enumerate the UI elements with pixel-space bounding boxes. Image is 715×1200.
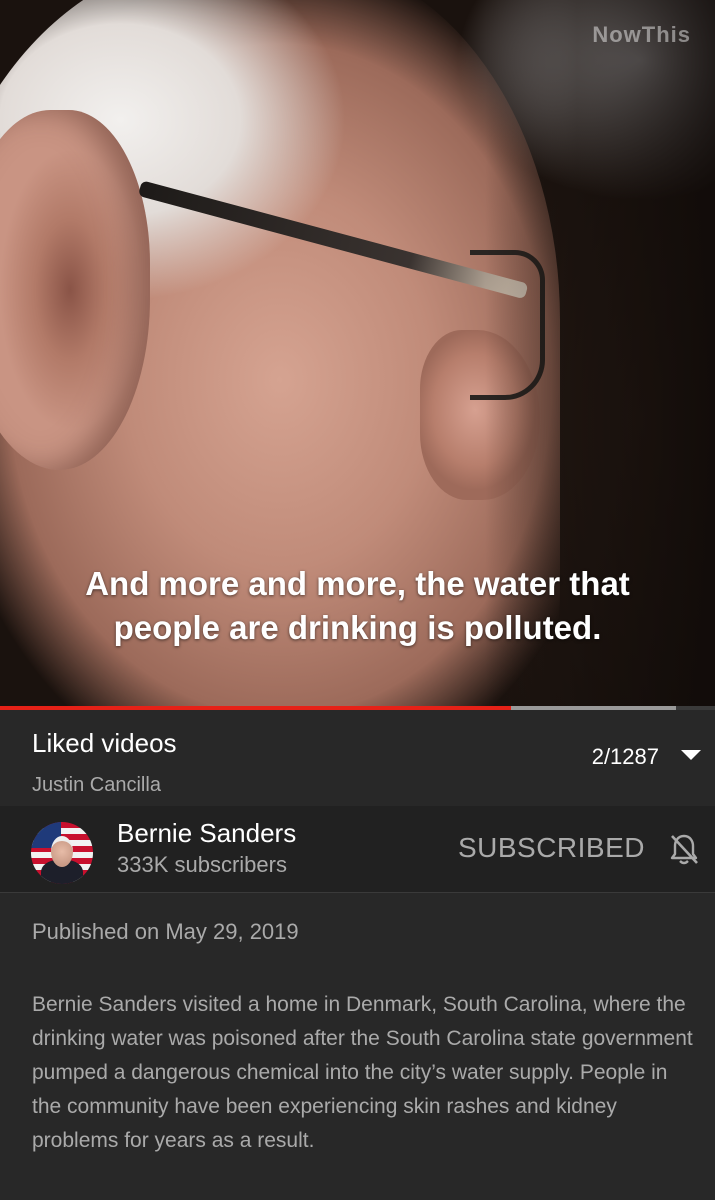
bell-off-icon[interactable]: [667, 832, 701, 866]
subscribed-button[interactable]: SUBSCRIBED: [458, 832, 645, 864]
subscriber-count: 333K subscribers: [117, 852, 287, 877]
channel-row[interactable]: Bernie Sanders 333K subscribers SUBSCRIB…: [0, 806, 715, 893]
playlist-position: 2/1287: [591, 744, 659, 769]
publish-date: Published on May 29, 2019: [32, 919, 299, 944]
playlist-owner: Justin Cancilla: [32, 774, 161, 796]
video-player[interactable]: NowThis And more and more, the water tha…: [0, 0, 715, 706]
description-text: Bernie Sanders visited a home in Denmark…: [32, 993, 693, 1152]
video-description: Published on May 29, 2019 Bernie Sanders…: [0, 893, 715, 1200]
playlist-panel-header[interactable]: Liked videos Justin Cancilla 2/1287: [0, 710, 715, 806]
video-caption: And more and more, the water that people…: [0, 562, 715, 650]
channel-name[interactable]: Bernie Sanders: [117, 818, 296, 849]
caption-line-1: And more and more, the water that: [85, 565, 630, 602]
playlist-title: Liked videos: [32, 728, 177, 758]
chevron-down-icon[interactable]: [681, 750, 701, 760]
caption-line-2: people are drinking is polluted.: [113, 609, 602, 646]
avatar[interactable]: [31, 822, 93, 884]
channel-watermark: NowThis: [592, 22, 691, 47]
avatar-head: [51, 836, 73, 867]
